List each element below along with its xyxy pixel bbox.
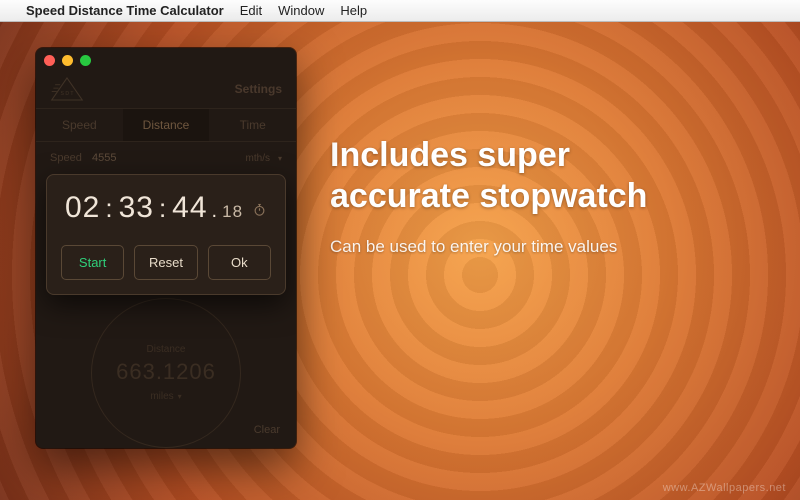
chevron-down-icon: ▾ <box>178 392 182 401</box>
start-button[interactable]: Start <box>61 245 124 280</box>
tab-distance[interactable]: Distance <box>123 109 210 141</box>
menubar-item-window[interactable]: Window <box>278 3 324 18</box>
stopwatch-button-row: Start Reset Ok <box>61 245 271 280</box>
app-window: S D T Settings Speed Distance Time Speed… <box>36 48 296 448</box>
stopwatch-icon[interactable] <box>252 202 267 217</box>
window-titlebar <box>36 48 296 72</box>
traffic-light-minimize-icon[interactable] <box>62 55 73 66</box>
tab-speed[interactable]: Speed <box>36 109 123 141</box>
marketing-headline: Includes super accurate stopwatch Can be… <box>330 135 750 257</box>
colon-separator: : <box>103 193 115 224</box>
mode-tabs: Speed Distance Time <box>36 108 296 142</box>
speed-label: Speed <box>50 152 84 164</box>
settings-button[interactable]: Settings <box>235 82 282 96</box>
headline-title: Includes super accurate stopwatch <box>330 135 750 217</box>
macos-menubar: Speed Distance Time Calculator Edit Wind… <box>0 0 800 22</box>
stopwatch-display: 02 : 33 : 44 . 18 <box>61 191 271 225</box>
ok-button[interactable]: Ok <box>208 245 271 280</box>
colon-separator: : <box>157 193 169 224</box>
headline-subtitle: Can be used to enter your time values <box>330 237 750 257</box>
app-logo-triangle-icon: S D T <box>50 76 84 102</box>
traffic-light-zoom-icon[interactable] <box>80 55 91 66</box>
stopwatch-hours: 02 <box>65 191 100 225</box>
traffic-light-close-icon[interactable] <box>44 55 55 66</box>
stopwatch-centiseconds: 18 <box>222 202 243 222</box>
form-area: Speed 4555 mth/s ▾ <box>36 142 296 164</box>
menubar-item-help[interactable]: Help <box>340 3 367 18</box>
stopwatch-minutes: 33 <box>119 191 154 225</box>
speed-value-input[interactable]: 4555 <box>92 152 238 164</box>
result-label: Distance <box>147 344 186 355</box>
menubar-app-name[interactable]: Speed Distance Time Calculator <box>26 3 224 18</box>
wallpaper-watermark: www.AZWallpapers.net <box>663 482 786 494</box>
app-header: S D T Settings <box>36 72 296 108</box>
speed-unit-select[interactable]: mth/s <box>246 153 270 164</box>
result-value: 663.1206 <box>116 359 216 385</box>
stopwatch-popover: 02 : 33 : 44 . 18 Start Reset Ok <box>46 174 286 295</box>
result-unit-select[interactable]: miles ▾ <box>150 391 181 402</box>
chevron-down-icon[interactable]: ▾ <box>278 154 282 163</box>
tab-time[interactable]: Time <box>209 109 296 141</box>
result-circle: Distance 663.1206 miles ▾ <box>91 298 241 448</box>
reset-button[interactable]: Reset <box>134 245 197 280</box>
stopwatch-seconds: 44 <box>172 191 207 225</box>
menubar-item-edit[interactable]: Edit <box>240 3 262 18</box>
svg-text:S D T: S D T <box>61 91 74 97</box>
speed-row: Speed 4555 mth/s ▾ <box>50 152 282 164</box>
clear-button[interactable]: Clear <box>254 424 280 436</box>
dot-separator: . <box>211 200 220 223</box>
